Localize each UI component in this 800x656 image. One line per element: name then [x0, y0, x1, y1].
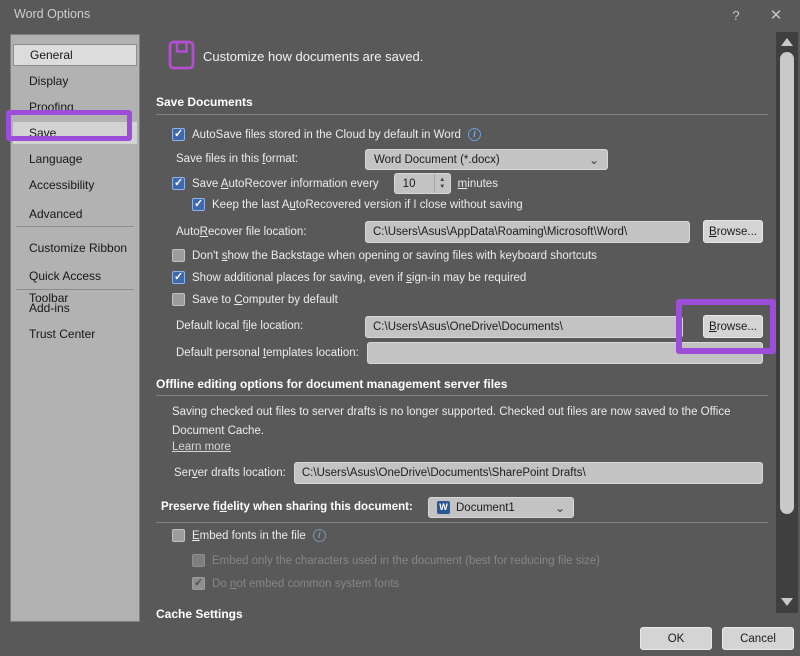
server-drafts-row: Server drafts location:	[174, 462, 763, 484]
embed-only-label: Embed only the characters used in the do…	[212, 555, 600, 567]
close-icon[interactable]: ✕	[764, 5, 788, 27]
autorecover-browse-button[interactable]: Browse...	[703, 220, 763, 243]
default-local-browse-button[interactable]: Browse...	[703, 315, 763, 338]
embed-fonts-row: Embed fonts in the file i	[172, 529, 326, 542]
sidebar-item-save[interactable]: Save	[13, 122, 137, 144]
templates-row: Default personal templates location:	[176, 342, 763, 364]
templates-input[interactable]	[367, 342, 763, 364]
autorecover-label[interactable]: Save AutoRecover information every	[192, 178, 379, 190]
format-value: Word Document (*.docx)	[374, 154, 583, 166]
save-floppy-icon	[168, 40, 195, 70]
preserve-fidelity-label: Preserve fidelity when sharing this docu…	[161, 501, 413, 513]
autosave-row: AutoSave files stored in the Cloud by de…	[172, 128, 481, 141]
offline-description: Saving checked out files to server draft…	[172, 403, 780, 441]
spinner-down-icon[interactable]: ▼	[439, 184, 445, 190]
sidebar-item-trust-center[interactable]: Trust Center	[13, 323, 137, 345]
embed-fonts-label[interactable]: Embed fonts in the file	[192, 530, 306, 542]
no-common-fonts-label: Do not embed common system fonts	[212, 578, 399, 590]
save-to-computer-label[interactable]: Save to Computer by default	[192, 294, 338, 306]
info-icon[interactable]: i	[313, 529, 326, 542]
autosave-checkbox[interactable]	[172, 128, 185, 141]
sidebar-item-customize-ribbon[interactable]: Customize Ribbon	[13, 237, 137, 259]
autorecover-row: Save AutoRecover information every 10 ▲ …	[172, 173, 498, 194]
keep-last-checkbox[interactable]	[192, 198, 205, 211]
minutes-spinner[interactable]: 10 ▲ ▼	[394, 173, 451, 194]
section-divider	[156, 395, 768, 396]
section-save-documents: Save Documents	[156, 95, 253, 109]
section-divider	[156, 522, 768, 523]
format-dropdown[interactable]: Word Document (*.docx) ⌄	[365, 149, 608, 170]
autosave-label[interactable]: AutoSave files stored in the Cloud by de…	[192, 129, 461, 141]
scroll-down-icon[interactable]	[781, 598, 793, 606]
server-drafts-input[interactable]	[294, 462, 763, 484]
sidebar-item-quick-access-toolbar[interactable]: Quick Access Toolbar	[13, 265, 137, 287]
backstage-row: Don't show the Backstage when opening or…	[172, 249, 597, 262]
spinner-up-icon[interactable]: ▲	[439, 177, 445, 183]
sidebar-item-display[interactable]: Display	[13, 70, 137, 92]
chevron-down-icon: ⌄	[555, 503, 565, 513]
format-label: Save files in this format:	[176, 153, 298, 165]
keep-last-label[interactable]: Keep the last AutoRecovered version if I…	[212, 199, 523, 211]
learn-more-link[interactable]: Learn more	[172, 441, 231, 453]
embed-only-row: Embed only the characters used in the do…	[192, 554, 600, 567]
autorecover-location-label: AutoRecover file location:	[176, 226, 306, 238]
templates-label: Default personal templates location:	[176, 347, 359, 359]
info-icon[interactable]: i	[468, 128, 481, 141]
document-dropdown-value: Document1	[456, 502, 549, 514]
scroll-up-icon[interactable]	[781, 38, 793, 46]
backstage-label[interactable]: Don't show the Backstage when opening or…	[192, 250, 597, 262]
scrollbar-thumb[interactable]	[780, 52, 794, 514]
backstage-checkbox[interactable]	[172, 249, 185, 262]
page-title: Customize how documents are saved.	[203, 49, 423, 64]
word-document-icon: W	[437, 501, 450, 514]
show-additional-checkbox[interactable]	[172, 271, 185, 284]
autorecover-checkbox[interactable]	[172, 177, 185, 190]
ok-button[interactable]: OK	[640, 627, 712, 650]
save-to-computer-checkbox[interactable]	[172, 293, 185, 306]
show-additional-row: Show additional places for saving, even …	[172, 271, 526, 284]
default-local-label: Default local file location:	[176, 320, 303, 332]
autorecover-location-input[interactable]	[365, 221, 690, 243]
cancel-button[interactable]: Cancel	[722, 627, 794, 650]
default-local-input[interactable]	[365, 316, 683, 338]
save-to-computer-row: Save to Computer by default	[172, 293, 338, 306]
sidebar-divider	[16, 226, 134, 227]
minutes-label: minutes	[458, 178, 498, 190]
server-drafts-label: Server drafts location:	[174, 467, 286, 479]
no-common-fonts-checkbox	[192, 577, 205, 590]
show-additional-label[interactable]: Show additional places for saving, even …	[192, 272, 526, 284]
sidebar-divider	[16, 289, 134, 290]
sidebar-item-proofing[interactable]: Proofing	[13, 96, 137, 118]
embed-only-checkbox	[192, 554, 205, 567]
chevron-down-icon: ⌄	[589, 155, 599, 165]
minutes-value: 10	[395, 178, 434, 190]
section-cache-settings: Cache Settings	[156, 607, 243, 621]
help-icon[interactable]: ?	[724, 5, 748, 27]
embed-fonts-checkbox[interactable]	[172, 529, 185, 542]
keep-last-row: Keep the last AutoRecovered version if I…	[192, 198, 523, 211]
document-dropdown[interactable]: W Document1 ⌄	[428, 497, 574, 518]
section-offline-editing: Offline editing options for document man…	[156, 377, 507, 391]
sidebar-item-advanced[interactable]: Advanced	[13, 203, 137, 225]
sidebar-item-general[interactable]: General	[13, 44, 137, 66]
window-title: Word Options	[14, 7, 90, 21]
sidebar-item-accessibility[interactable]: Accessibility	[13, 174, 137, 196]
no-common-fonts-row: Do not embed common system fonts	[192, 577, 399, 590]
section-divider	[156, 114, 768, 115]
sidebar: General Display Proofing Save Language A…	[10, 34, 140, 622]
sidebar-item-add-ins[interactable]: Add-ins	[13, 297, 137, 319]
sidebar-item-language[interactable]: Language	[13, 148, 137, 170]
